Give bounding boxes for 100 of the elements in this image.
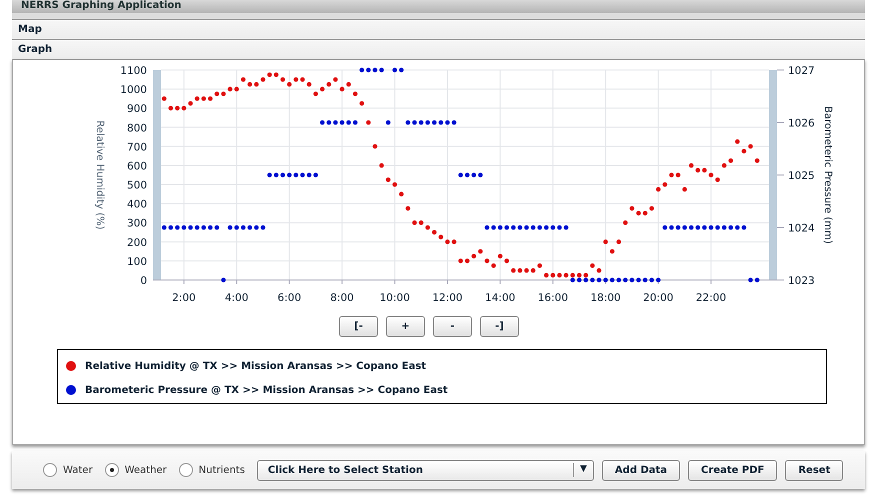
data-point xyxy=(346,82,351,87)
data-point xyxy=(201,225,206,230)
data-point xyxy=(656,278,661,282)
radio-button[interactable] xyxy=(43,463,57,477)
data-point xyxy=(511,225,516,230)
axis-tick-label: 10:00 xyxy=(380,292,410,304)
data-point xyxy=(722,163,726,168)
data-point xyxy=(550,272,556,278)
data-point xyxy=(636,278,641,282)
axis-tick-label: 0 xyxy=(140,275,147,287)
axis-tick-label: 300 xyxy=(126,218,147,230)
data-point xyxy=(175,106,180,110)
data-point xyxy=(214,92,220,96)
data-point xyxy=(267,172,272,178)
data-point xyxy=(630,206,634,211)
data-point xyxy=(557,272,562,278)
data-point xyxy=(596,268,602,273)
zoom-button[interactable]: - xyxy=(433,316,472,337)
legend-label: Barometeric Pressure @ TX >> Mission Aransas >> Copano East xyxy=(85,384,448,398)
data-point xyxy=(662,182,668,187)
data-point xyxy=(352,120,358,125)
data-point xyxy=(636,210,641,216)
data-point xyxy=(412,120,417,125)
data-point xyxy=(412,220,417,226)
radio-button[interactable] xyxy=(178,463,193,477)
data-point xyxy=(333,120,338,125)
data-point xyxy=(287,82,292,87)
axis-tick-label: 800 xyxy=(126,122,147,134)
data-point xyxy=(320,120,325,125)
data-point xyxy=(274,72,278,78)
data-point xyxy=(748,144,753,149)
data-point xyxy=(630,278,634,282)
toolbar-button[interactable]: Create PDF xyxy=(688,460,778,480)
axis-tick-label: 400 xyxy=(126,198,147,211)
axis-tick-label: 200 xyxy=(126,236,147,249)
data-point xyxy=(260,77,266,82)
data-point xyxy=(432,230,437,235)
data-point xyxy=(313,92,318,96)
axis-tick-label: 1024 xyxy=(788,222,815,234)
data-point xyxy=(168,225,174,230)
section-header[interactable]: Map xyxy=(12,19,865,39)
data-point xyxy=(248,225,252,230)
data-point xyxy=(228,225,232,230)
radio-button[interactable] xyxy=(104,463,119,477)
data-point xyxy=(676,172,680,178)
data-point xyxy=(452,120,456,125)
data-point xyxy=(682,187,687,192)
data-point xyxy=(406,206,410,211)
data-point xyxy=(537,263,542,268)
data-point xyxy=(484,258,490,264)
data-point xyxy=(504,225,510,230)
data-point xyxy=(728,225,734,230)
zoom-button[interactable]: [- xyxy=(339,316,378,337)
data-point xyxy=(754,158,760,163)
data-point xyxy=(208,225,213,230)
data-point xyxy=(306,172,312,178)
data-point xyxy=(267,72,272,78)
data-point xyxy=(352,92,358,96)
zoom-button[interactable]: -] xyxy=(480,316,519,337)
data-point xyxy=(333,77,338,82)
data-point xyxy=(735,225,740,230)
data-point xyxy=(590,278,595,282)
toolbar-button[interactable]: Reset xyxy=(785,460,844,480)
data-point xyxy=(445,120,450,125)
data-point xyxy=(294,77,298,82)
radio-label: Weather xyxy=(124,464,167,478)
data-point xyxy=(418,120,424,125)
data-point xyxy=(234,86,239,92)
data-point xyxy=(464,172,470,178)
axis-title: Barometeric Pressure (mm) xyxy=(822,106,833,244)
data-point xyxy=(254,82,259,87)
data-point xyxy=(168,106,174,110)
legend-label: Relative Humidity @ TX >> Mission Aransas >> Copano East xyxy=(85,360,426,374)
data-point xyxy=(623,278,628,282)
data-point xyxy=(392,182,398,187)
data-point xyxy=(366,120,371,125)
data-point xyxy=(386,177,390,182)
data-point xyxy=(603,240,608,244)
data-point xyxy=(260,225,266,230)
data-point xyxy=(478,172,483,178)
data-point xyxy=(656,187,661,192)
axis-tick-label: 6:00 xyxy=(278,292,302,304)
data-point xyxy=(221,92,226,96)
data-point xyxy=(452,240,456,244)
data-point xyxy=(366,68,371,72)
toolbar-button[interactable]: Add Data xyxy=(602,460,680,480)
station-dropdown[interactable]: Click Here to Select Station ▼ xyxy=(256,460,594,480)
zoom-button[interactable]: + xyxy=(386,316,425,337)
data-point xyxy=(445,240,450,244)
data-point xyxy=(702,168,707,173)
data-point xyxy=(182,225,186,230)
data-point xyxy=(544,272,549,278)
axis-tick-label: 1027 xyxy=(788,65,815,77)
section-header[interactable]: Graph xyxy=(12,39,865,59)
data-point xyxy=(537,225,542,230)
data-point xyxy=(623,220,628,226)
axis-title: Relative Humidity (%) xyxy=(94,120,105,230)
data-point xyxy=(478,249,483,254)
data-point xyxy=(326,120,332,125)
data-point xyxy=(642,278,648,282)
